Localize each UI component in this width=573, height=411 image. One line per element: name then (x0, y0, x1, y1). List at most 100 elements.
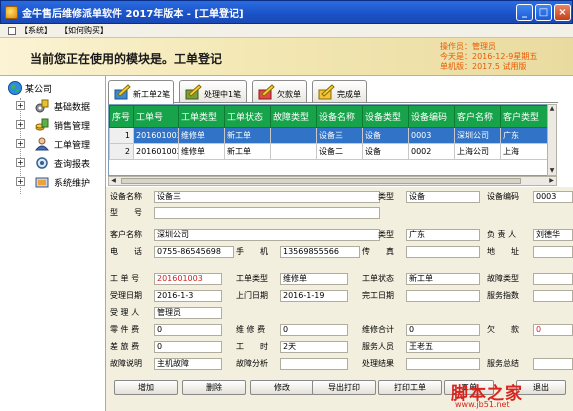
fax-field[interactable] (406, 246, 480, 258)
category-label: 类型 (378, 192, 394, 201)
repair-fee-field[interactable]: 0 (280, 324, 348, 336)
tree-item-basic-data[interactable]: + 基础数据 (0, 98, 106, 114)
fault-analysis-field[interactable] (280, 358, 348, 370)
customer-type-field[interactable]: 广东 (406, 229, 480, 241)
module-banner: 当前您正在使用的模块是。工单登记 操作员：管理员 今天是：2016-12-9星期… (0, 38, 573, 76)
order-type-field[interactable]: 维修单 (280, 273, 348, 285)
arrears-field[interactable]: 0 (533, 324, 573, 336)
service-summary-field[interactable] (533, 358, 573, 370)
table-cell: 设备 (362, 143, 409, 160)
scroll-up-icon[interactable]: ▲ (548, 105, 556, 113)
service-staff-field[interactable]: 王老五 (406, 341, 480, 353)
tree-root[interactable]: 某公司 (0, 80, 100, 96)
model-field[interactable] (154, 207, 380, 219)
expand-icon[interactable]: + (16, 139, 25, 148)
close-button[interactable]: × (554, 4, 571, 21)
result-field[interactable] (406, 358, 480, 370)
tab-arrears[interactable]: 欠款单 (252, 80, 307, 103)
table-cell (270, 143, 317, 160)
table-cell: 深圳公司 (454, 127, 501, 144)
horizontal-scrollbar[interactable]: ◀ ▶ (108, 176, 557, 186)
delete-button[interactable]: 删除 (182, 380, 246, 395)
tree-item-orders[interactable]: + 工单管理 (0, 136, 106, 152)
vertical-scrollbar[interactable]: ▲ ▼ (547, 104, 557, 176)
repair-total-field[interactable]: 0 (406, 324, 480, 336)
device-code-field[interactable]: 0003 (533, 191, 573, 203)
visit-date-field[interactable]: 2016-1-19 (280, 290, 348, 302)
tree-item-label: 基础数据 (54, 103, 91, 113)
receiver-field[interactable]: 管理员 (154, 307, 222, 319)
grid-header[interactable]: 设备编码 (408, 105, 455, 128)
service-index-field[interactable] (533, 290, 573, 302)
menu-system[interactable]: 【系统】 (20, 25, 52, 36)
table-row[interactable]: 2 201601002 维修单 新工单 设备二 设备 0002 上海公司 上海 (109, 143, 555, 160)
minimize-button[interactable]: _ (516, 4, 533, 21)
table-cell: 上海公司 (454, 143, 501, 160)
table-cell: 201601002 (133, 143, 179, 160)
fault-desc-label: 故障说明 (110, 359, 142, 368)
customer-name-label: 客户名称 (110, 230, 142, 239)
grid-header[interactable]: 工单状态 (224, 105, 271, 128)
scroll-left-icon[interactable]: ◀ (109, 177, 118, 185)
grid-header[interactable]: 工单号 (133, 105, 179, 128)
tab-processing[interactable]: 处理中1笔 (179, 80, 247, 103)
device-name-field[interactable]: 设备三 (154, 191, 380, 203)
tree-item-label: 系统维护 (54, 179, 91, 189)
fault-desc-field[interactable]: 主机故障 (154, 358, 222, 370)
menu-how-to-buy[interactable]: 【如何购买】 (60, 25, 108, 36)
fault-analysis-label: 故障分析 (236, 359, 268, 368)
navigation-tree: 某公司 + 基础数据 + 销售管理 + 工单管理 + 查询报表 + 系统维护 (0, 76, 106, 411)
mobile-field[interactable]: 13569855566 (280, 246, 360, 258)
table-cell: 201601003 (133, 127, 179, 144)
expand-icon[interactable]: + (16, 101, 25, 110)
customer-type-label: 类型 (378, 230, 394, 239)
tree-item-label: 工单管理 (54, 141, 91, 151)
scroll-right-icon[interactable]: ▶ (547, 177, 556, 185)
expand-icon[interactable]: + (16, 158, 25, 167)
scroll-thumb[interactable] (121, 178, 521, 184)
order-status-field[interactable]: 新工单 (406, 273, 480, 285)
grid-header[interactable]: 客户名称 (454, 105, 501, 128)
parts-fee-field[interactable]: 0 (154, 324, 222, 336)
tab-completed[interactable]: 完成单 (312, 80, 367, 103)
grid-header[interactable]: 设备类型 (362, 105, 409, 128)
title-bar: 金牛售后维修派单软件 2017年版本 - [工单登记] _ □ × (0, 0, 573, 24)
fault-type-field[interactable] (533, 273, 573, 285)
travel-fee-field[interactable]: 0 (154, 341, 222, 353)
grid-header[interactable]: 工单类型 (178, 105, 225, 128)
work-hours-field[interactable]: 2天 (280, 341, 348, 353)
print-order-button[interactable]: 打印工单 (378, 380, 442, 395)
tree-item-reports[interactable]: + 查询报表 (0, 155, 106, 171)
grid-header-row: 序号 工单号 工单类型 工单状态 故障类型 设备名称 设备类型 设备编码 客户名… (109, 105, 555, 128)
finish-date-field[interactable] (406, 290, 480, 302)
table-cell: 维修单 (178, 127, 225, 144)
orders-grid[interactable]: 序号 工单号 工单类型 工单状态 故障类型 设备名称 设备类型 设备编码 客户名… (108, 104, 556, 176)
edit-button[interactable]: 修改 (250, 380, 314, 395)
address-field[interactable] (533, 246, 573, 258)
phone-field[interactable]: 0755-86545698 (154, 246, 234, 258)
travel-fee-label: 差 旅 费 (110, 342, 140, 351)
arrears-label: 欠 款 (487, 325, 519, 334)
customer-name-field[interactable]: 深圳公司 (154, 229, 380, 241)
expand-icon[interactable]: + (16, 120, 25, 129)
scroll-down-icon[interactable]: ▼ (548, 167, 556, 175)
phone-label: 电 话 (110, 247, 142, 256)
table-row[interactable]: 1 201601003 维修单 新工单 设备三 设备 0003 深圳公司 广东 (109, 127, 555, 144)
expand-icon[interactable]: + (16, 177, 25, 186)
tree-item-sales[interactable]: + 销售管理 (0, 117, 106, 133)
add-button[interactable]: 增加 (114, 380, 178, 395)
order-no-field[interactable]: 201601003 (154, 273, 222, 285)
person-in-charge-field[interactable]: 刘德华 (533, 229, 573, 241)
grid-header[interactable]: 设备名称 (316, 105, 363, 128)
grid-header[interactable]: 故障类型 (270, 105, 317, 128)
accept-date-field[interactable]: 2016-1-3 (154, 290, 222, 302)
menu-doc-icon (8, 27, 16, 35)
globe-icon (8, 81, 22, 95)
table-cell: 1 (109, 127, 134, 144)
maximize-button[interactable]: □ (535, 4, 552, 21)
export-print-button[interactable]: 导出打印 (312, 380, 376, 395)
grid-header[interactable]: 序号 (109, 105, 134, 128)
tab-new-orders[interactable]: 新工单2笔 (108, 80, 174, 104)
tree-item-maintenance[interactable]: + 系统维护 (0, 174, 106, 190)
category-field[interactable]: 设备 (406, 191, 480, 203)
